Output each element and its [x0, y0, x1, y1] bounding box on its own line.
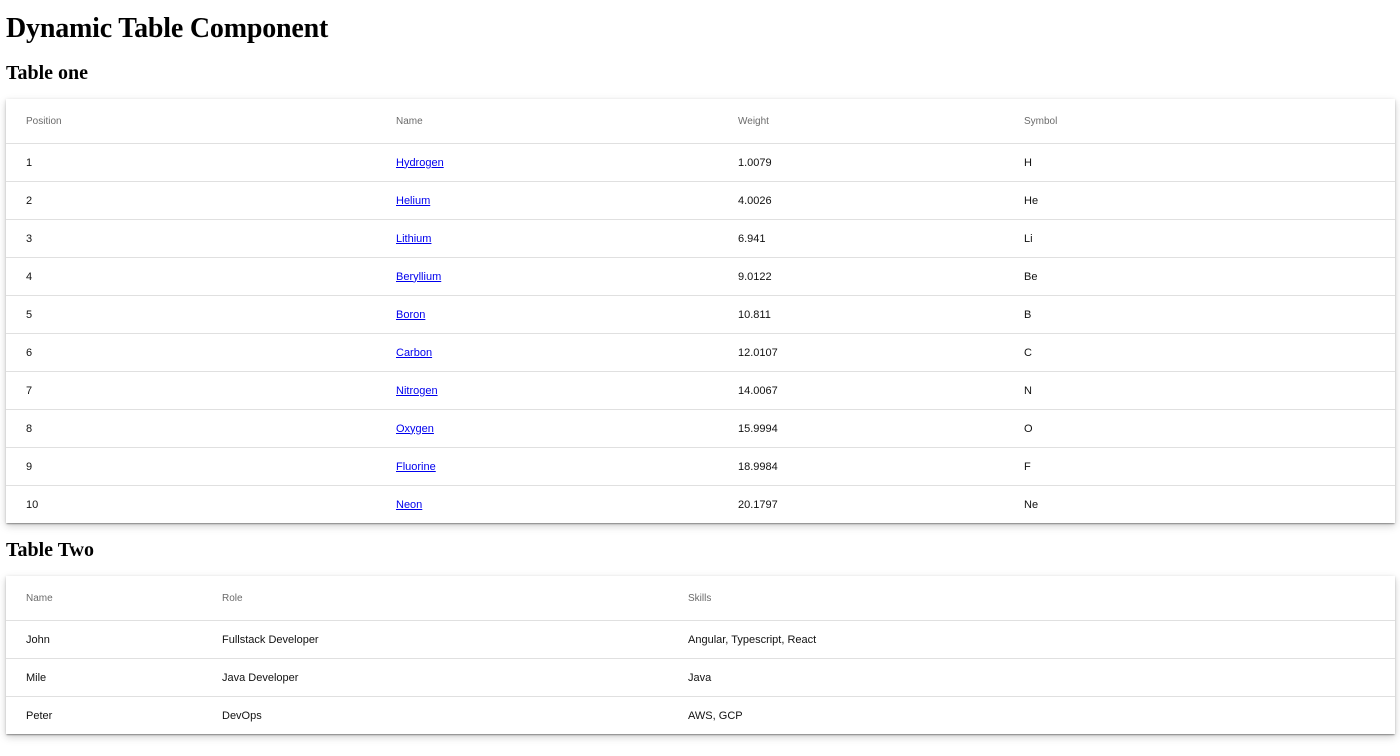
cell-name: Beryllium — [376, 257, 718, 296]
cell-weight: 20.1797 — [738, 498, 778, 511]
cell-symbol: He — [1004, 181, 1395, 220]
cell-name: Boron — [376, 295, 718, 334]
table-row: 2 Helium 4.0026 He — [6, 181, 1395, 220]
table-row: 7 Nitrogen 14.0067 N — [6, 371, 1395, 410]
table-row: John Fullstack Developer Angular, Typesc… — [6, 620, 1395, 659]
cell-symbol: N — [1004, 371, 1395, 410]
cell-weight: 10.811 — [718, 295, 1004, 334]
table-header-row: Position Name Weight Symbol — [6, 99, 1395, 144]
cell-symbol: Li — [1004, 219, 1395, 258]
team-table: Name Role Skills John Fullstack Develope… — [6, 576, 1395, 734]
element-name-link[interactable]: Neon — [396, 499, 422, 511]
table-one-title: Table one — [6, 62, 89, 84]
cell-name: Hydrogen — [376, 143, 718, 182]
cell-name: Carbon — [376, 333, 718, 372]
cell-position: 8 — [6, 409, 376, 448]
cell-skills: Angular, Typescript, React — [668, 620, 1395, 659]
cell-name: Nitrogen — [376, 371, 718, 410]
cell-position: 6 — [6, 333, 376, 372]
table-row: 8 Oxygen 15.9994 O — [6, 409, 1395, 448]
cell-symbol: Ne — [1024, 498, 1039, 511]
column-header-symbol: Symbol — [1004, 99, 1395, 144]
cell-position: 1 — [6, 143, 376, 182]
cell-symbol: H — [1004, 143, 1395, 182]
cell-position: 9 — [6, 447, 376, 486]
table-row: 4 Beryllium 9.0122 Be — [6, 257, 1395, 296]
cell-position: 3 — [6, 219, 376, 258]
cell-weight: 18.9984 — [718, 447, 1004, 486]
element-name-link[interactable]: Lithium — [396, 233, 431, 245]
cell-weight: 1.0079 — [718, 143, 1004, 182]
column-header-name: Name — [6, 576, 202, 621]
cell-name: Fluorine — [376, 447, 718, 486]
cell-position: 5 — [6, 295, 376, 334]
cell-position: 2 — [6, 181, 376, 220]
cell-symbol: Be — [1004, 257, 1395, 296]
table-row: 6 Carbon 12.0107 C — [6, 333, 1395, 372]
table-header-row: Name Role Skills — [6, 576, 1395, 621]
element-name-link[interactable]: Oxygen — [396, 423, 434, 435]
column-header-skills: Skills — [668, 576, 1395, 621]
cell-weight: 14.0067 — [718, 371, 1004, 410]
element-name-link[interactable]: Helium — [396, 195, 430, 207]
cell-weight: 15.9994 — [718, 409, 1004, 448]
element-name-link[interactable]: Fluorine — [396, 461, 436, 473]
cell-symbol: C — [1004, 333, 1395, 372]
cell-weight: 6.941 — [718, 219, 1004, 258]
cell-role: Fullstack Developer — [202, 620, 668, 659]
cell-name: Helium — [376, 181, 718, 220]
cell-symbol: F — [1004, 447, 1395, 486]
table-one-card: Position Name Weight Symbol 1 Hydrogen 1… — [6, 99, 1395, 523]
element-name-link[interactable]: Beryllium — [396, 271, 441, 283]
cell-name: Mile — [6, 658, 202, 697]
table-row: Peter DevOps AWS, GCP — [6, 697, 1395, 735]
column-header-role: Role — [202, 576, 668, 621]
table-row: 5 Boron 10.811 B — [6, 295, 1395, 334]
column-header-position: Position — [6, 99, 376, 144]
cell-position: 7 — [6, 371, 376, 410]
element-name-link[interactable]: Nitrogen — [396, 385, 438, 397]
table-row: Mile Java Developer Java — [6, 658, 1395, 697]
table-row: 3 Lithium 6.941 Li — [6, 219, 1395, 258]
elements-table: Position Name Weight Symbol 1 Hydrogen 1… — [6, 99, 1395, 523]
cell-name: Oxygen — [376, 409, 718, 448]
cell-role: Java Developer — [202, 658, 668, 697]
column-header-weight: Weight — [718, 99, 1004, 144]
page-title: Dynamic Table Component — [6, 13, 329, 44]
cell-role: DevOps — [222, 709, 262, 722]
cell-name: Peter — [26, 709, 53, 722]
cell-weight: 4.0026 — [718, 181, 1004, 220]
table-two-card: Name Role Skills John Fullstack Develope… — [6, 576, 1395, 734]
element-name-link[interactable]: Boron — [396, 309, 425, 321]
cell-position: 4 — [6, 257, 376, 296]
cell-symbol: B — [1004, 295, 1395, 334]
cell-weight: 9.0122 — [718, 257, 1004, 296]
column-header-name: Name — [376, 99, 718, 144]
table-row: 10 Neon 20.1797 Ne — [6, 486, 1395, 524]
cell-name: John — [6, 620, 202, 659]
table-row: 9 Fluorine 18.9984 F — [6, 447, 1395, 486]
cell-position: 10 — [26, 498, 39, 511]
cell-skills: Java — [668, 658, 1395, 697]
cell-name: Neon — [376, 486, 718, 524]
element-name-link[interactable]: Carbon — [396, 347, 432, 359]
cell-symbol: O — [1004, 409, 1395, 448]
element-name-link[interactable]: Hydrogen — [396, 157, 444, 169]
cell-skills: AWS, GCP — [688, 709, 743, 722]
cell-weight: 12.0107 — [718, 333, 1004, 372]
cell-name: Lithium — [376, 219, 718, 258]
table-two-title: Table Two — [6, 539, 94, 561]
table-row: 1 Hydrogen 1.0079 H — [6, 143, 1395, 182]
